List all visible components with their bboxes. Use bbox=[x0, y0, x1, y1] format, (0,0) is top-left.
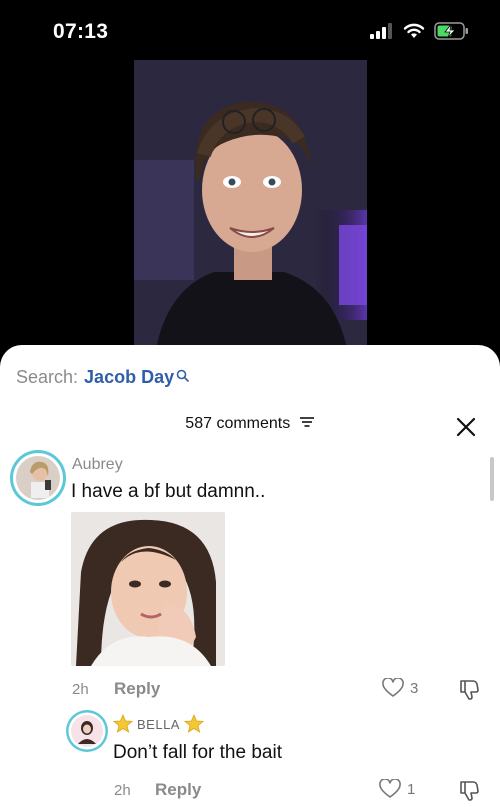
search-term-link[interactable]: Jacob Day bbox=[84, 367, 174, 388]
comment-text: I have a bf but damnn.. bbox=[71, 481, 266, 502]
search-suggestion[interactable]: Search: Jacob Day bbox=[16, 367, 190, 388]
search-icon bbox=[176, 369, 189, 382]
avatar-image bbox=[68, 712, 106, 750]
comments-count: 587 comments bbox=[185, 415, 291, 432]
status-time: 07:13 bbox=[53, 20, 109, 43]
close-icon[interactable] bbox=[454, 415, 478, 439]
comment-time: 2h bbox=[72, 681, 89, 698]
video-frame[interactable] bbox=[134, 60, 367, 360]
dislike-icon[interactable] bbox=[457, 678, 481, 702]
like-count: 1 bbox=[407, 780, 416, 798]
comment-username[interactable]: Aubrey bbox=[72, 456, 123, 474]
username-badge[interactable]: BELLA bbox=[113, 714, 204, 734]
status-icons bbox=[370, 22, 470, 40]
scrollbar[interactable] bbox=[490, 457, 494, 501]
reply-button[interactable]: Reply bbox=[114, 679, 160, 699]
star-icon bbox=[183, 714, 204, 733]
comment-username[interactable]: BELLA bbox=[137, 717, 180, 732]
avatar[interactable] bbox=[10, 450, 66, 506]
comment-time: 2h bbox=[114, 782, 131, 799]
comment-text: Don’t fall for the bait bbox=[113, 742, 282, 763]
search-label: Search: bbox=[16, 367, 79, 387]
like-button[interactable]: 1 bbox=[379, 779, 415, 799]
comment-photo[interactable] bbox=[71, 512, 225, 666]
heart-icon bbox=[379, 779, 401, 798]
comments-sheet: Search: Jacob Day 587 comments Aubrey I bbox=[0, 345, 500, 807]
status-bar: 07:13 bbox=[0, 0, 500, 60]
filter-icon[interactable] bbox=[299, 416, 315, 428]
video-person-image bbox=[134, 60, 367, 360]
cellular-signal-icon bbox=[370, 23, 392, 39]
wifi-icon bbox=[403, 23, 425, 38]
reply-button[interactable]: Reply bbox=[155, 780, 201, 800]
avatar[interactable] bbox=[66, 710, 108, 752]
comments-header: 587 comments bbox=[0, 415, 500, 433]
comment-photo-image bbox=[71, 512, 225, 666]
like-button[interactable]: 3 bbox=[382, 678, 418, 698]
star-icon bbox=[113, 714, 133, 733]
battery-charging-icon bbox=[434, 22, 468, 40]
dislike-icon[interactable] bbox=[457, 779, 481, 803]
heart-icon bbox=[382, 678, 404, 697]
avatar-image bbox=[13, 453, 63, 503]
like-count: 3 bbox=[410, 679, 419, 697]
